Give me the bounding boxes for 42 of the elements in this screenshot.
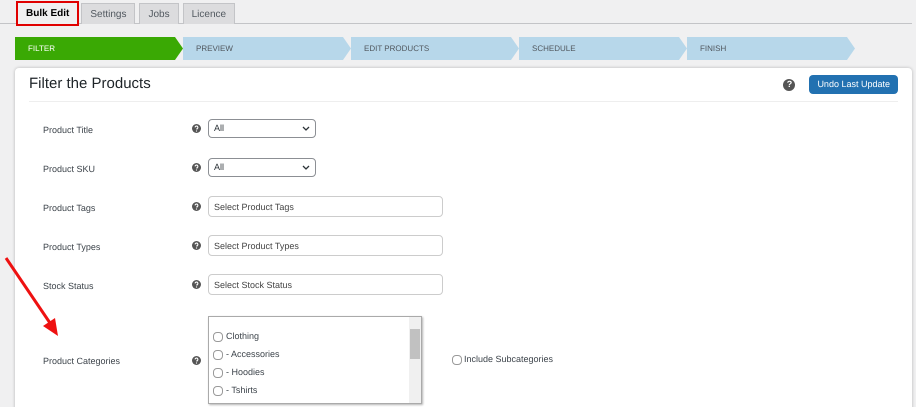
field-label: Product Types	[43, 242, 100, 252]
help-icon[interactable]	[192, 280, 201, 289]
category-option: - Accessories	[226, 348, 280, 362]
dropdown[interactable]: All	[208, 158, 316, 177]
help-icon[interactable]	[192, 163, 201, 172]
wizard-step: PREVIEW	[183, 37, 351, 60]
chevron-icon	[302, 126, 310, 131]
category-option: Clothing	[226, 330, 260, 344]
field-label: Product Tags	[43, 202, 96, 212]
checkbox-label: Include Subcategories	[464, 353, 554, 366]
dropdown[interactable]: All	[208, 119, 316, 138]
field-label: Product Categories	[43, 356, 120, 366]
tab[interactable]: Bulk Edit	[18, 3, 78, 24]
checkbox[interactable]	[213, 368, 223, 378]
checkbox[interactable]	[213, 332, 223, 342]
field-label: Product SKU	[43, 164, 96, 174]
undo-button[interactable]: Undo Last Update	[809, 75, 898, 94]
tab[interactable]: Licence	[182, 3, 236, 24]
input-field[interactable]: Select Product Types	[208, 235, 443, 256]
scrollbar[interactable]	[409, 317, 421, 403]
wizard-step: FINISH	[687, 37, 855, 60]
help-icon[interactable]: ?	[783, 78, 796, 90]
input-field[interactable]: Select Stock Status	[208, 274, 443, 295]
tab[interactable]: Jobs	[139, 3, 179, 24]
help-icon[interactable]	[192, 124, 201, 133]
checkbox[interactable]	[452, 355, 462, 365]
help-icon[interactable]	[192, 241, 201, 250]
chevron-icon	[302, 165, 310, 170]
help-icon[interactable]	[192, 202, 201, 211]
card-title: Filter the Products	[29, 74, 151, 94]
field-label: Stock Status	[43, 280, 94, 290]
field-label: Product Title	[43, 124, 94, 134]
wizard-step: SCHEDULE	[519, 37, 687, 60]
help-icon[interactable]	[192, 356, 201, 364]
category-option: - Hoodies	[226, 366, 265, 380]
tab[interactable]: Settings	[81, 3, 136, 24]
wizard-step: EDIT PRODUCTS	[351, 37, 519, 60]
checkbox[interactable]	[213, 350, 223, 360]
category-option: - Tshirts	[226, 384, 258, 398]
checkbox[interactable]	[213, 386, 223, 396]
input-field[interactable]: Select Product Tags	[208, 196, 443, 217]
wizard-step: FILTER	[15, 37, 183, 60]
